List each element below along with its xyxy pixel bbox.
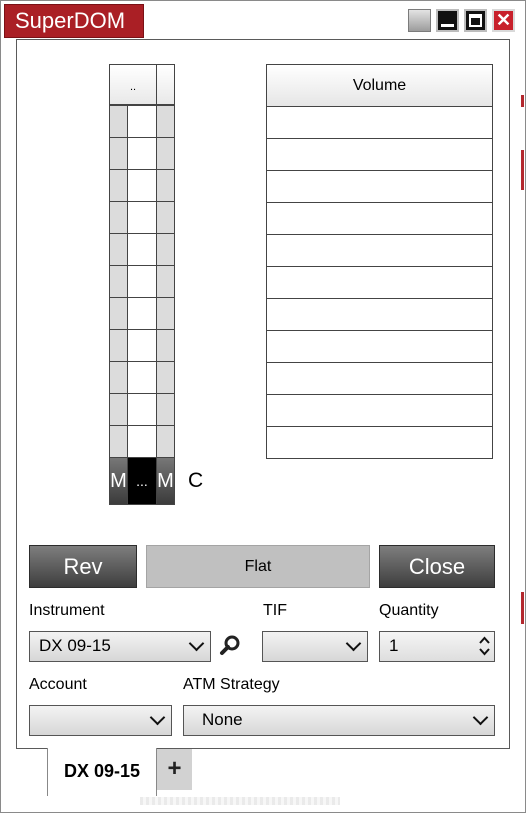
background-strip <box>140 797 340 805</box>
ladder-price-cell[interactable] <box>127 297 157 330</box>
ladder-ask-cell[interactable] <box>156 169 175 202</box>
ladder-ask-cell[interactable] <box>156 265 175 298</box>
quantity-label: Quantity <box>379 602 439 619</box>
volume-cell <box>266 138 493 171</box>
atm-strategy-label: ATM Strategy <box>183 676 280 693</box>
ladder-bid-cell[interactable] <box>109 361 128 394</box>
chevron-down-icon <box>472 709 489 726</box>
account-select[interactable] <box>29 705 172 736</box>
ladder-price-cell[interactable] <box>127 265 157 298</box>
chevron-down-icon <box>188 635 205 652</box>
ladder-ask-cell[interactable] <box>156 393 175 426</box>
add-tab-button[interactable]: + <box>157 749 192 790</box>
ladder-price-cell[interactable] <box>127 233 157 266</box>
spin-arrows-icon[interactable] <box>479 635 490 657</box>
ladder-price-cell[interactable] <box>127 169 157 202</box>
account-label: Account <box>29 676 87 693</box>
volume-cell <box>266 106 493 139</box>
ladder-ask-cell[interactable] <box>156 105 175 138</box>
ladder-price-cell[interactable] <box>127 201 157 234</box>
volume-cell <box>266 426 493 459</box>
window-title: SuperDOM <box>4 4 144 38</box>
chevron-down-icon <box>149 709 166 726</box>
volume-cell <box>266 298 493 331</box>
ladder-price-cell[interactable] <box>127 137 157 170</box>
ladder-ask-cell[interactable] <box>156 297 175 330</box>
volume-cell <box>266 362 493 395</box>
ladder-footer-left[interactable]: M <box>109 457 128 505</box>
ladder-footer-mid[interactable]: ... <box>127 457 157 505</box>
ladder-header[interactable]: .. <box>109 64 157 105</box>
ladder-price-cell[interactable] <box>127 105 157 138</box>
ladder-price-cell[interactable] <box>127 393 157 426</box>
ladder-ask-cell[interactable] <box>156 361 175 394</box>
volume-cell <box>266 202 493 235</box>
ladder-bid-cell[interactable] <box>109 329 128 362</box>
volume-cell <box>266 266 493 299</box>
close-window-button[interactable]: ✕ <box>492 9 515 32</box>
ladder-bid-cell[interactable] <box>109 297 128 330</box>
quantity-value: 1 <box>389 636 399 655</box>
ladder-ask-cell[interactable] <box>156 329 175 362</box>
tif-label: TIF <box>263 602 287 619</box>
ladder-footer-right[interactable]: M <box>156 457 175 505</box>
volume-cell <box>266 394 493 427</box>
volume-cell <box>266 330 493 363</box>
ladder-bid-cell[interactable] <box>109 105 128 138</box>
tab-dx-09-15[interactable]: DX 09-15 <box>47 748 157 796</box>
chevron-down-icon <box>345 635 362 652</box>
instrument-label: Instrument <box>29 602 105 619</box>
search-icon[interactable] <box>219 634 241 656</box>
volume-header[interactable]: Volume <box>266 64 493 107</box>
instrument-value: DX 09-15 <box>39 636 111 655</box>
ladder-price-cell[interactable] <box>127 425 157 458</box>
ladder-bid-cell[interactable] <box>109 169 128 202</box>
ladder-price-cell[interactable] <box>127 361 157 394</box>
ladder-ask-cell[interactable] <box>156 233 175 266</box>
ladder-ask-cell[interactable] <box>156 137 175 170</box>
flat-button[interactable]: Flat <box>146 545 370 588</box>
ladder-ask-cell[interactable] <box>156 425 175 458</box>
volume-cell <box>266 170 493 203</box>
window-option-button[interactable] <box>408 9 431 32</box>
background-edge <box>521 95 524 107</box>
rev-button[interactable]: Rev <box>29 545 137 588</box>
background-edge <box>521 592 524 624</box>
atm-strategy-value: None <box>202 710 243 729</box>
ladder-bid-cell[interactable] <box>109 425 128 458</box>
ladder-bid-cell[interactable] <box>109 233 128 266</box>
ladder-side-label: C <box>188 469 204 492</box>
ladder-header-side[interactable] <box>156 64 175 105</box>
ladder-bid-cell[interactable] <box>109 137 128 170</box>
maximize-button[interactable] <box>464 9 487 32</box>
minimize-button[interactable] <box>436 9 459 32</box>
background-edge <box>521 150 524 190</box>
ladder-ask-cell[interactable] <box>156 201 175 234</box>
quantity-stepper[interactable]: 1 <box>379 631 495 662</box>
tif-select[interactable] <box>262 631 368 662</box>
ladder-bid-cell[interactable] <box>109 393 128 426</box>
instrument-select[interactable]: DX 09-15 <box>29 631 211 662</box>
volume-cell <box>266 234 493 267</box>
close-position-button[interactable]: Close <box>379 545 495 588</box>
atm-strategy-select[interactable]: None <box>183 705 495 736</box>
ladder-price-cell[interactable] <box>127 329 157 362</box>
ladder-bid-cell[interactable] <box>109 201 128 234</box>
ladder-bid-cell[interactable] <box>109 265 128 298</box>
